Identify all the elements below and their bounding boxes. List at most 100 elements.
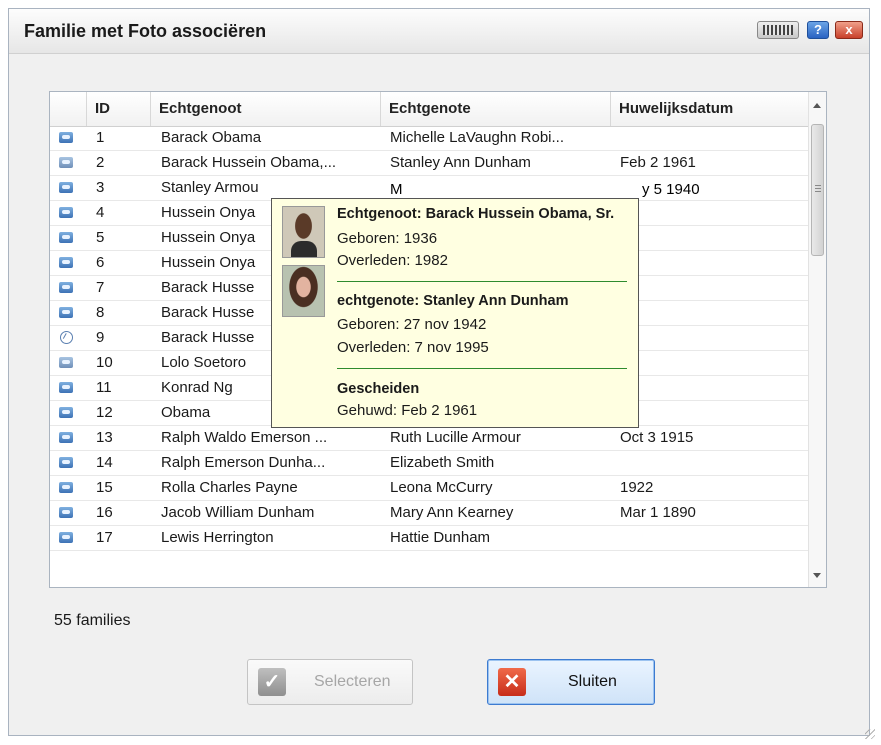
- cell-marriage-date: [620, 201, 800, 225]
- tooltip-status: Gescheiden: [337, 381, 420, 397]
- cell-id: 9: [96, 329, 105, 346]
- family-icon: [59, 382, 73, 393]
- help-button[interactable]: ?: [807, 21, 829, 39]
- tooltip-husband-born: Geboren: 1936: [337, 230, 438, 247]
- cell-wife: Hattie Dunham: [390, 529, 491, 546]
- cell-marriage-date: Feb 2 1961: [620, 154, 696, 171]
- close-window-button[interactable]: x: [835, 21, 863, 39]
- table-row[interactable]: 16 Jacob William Dunham Mary Ann Kearney Ma…: [50, 501, 810, 526]
- cell-marriage-date: [620, 251, 800, 275]
- column-header-husband[interactable]: Echtgenoot: [150, 92, 380, 126]
- cell-id: 6: [96, 254, 105, 271]
- select-button-label: Selecteren: [314, 673, 391, 690]
- family-icon: [59, 257, 73, 268]
- cell-marriage-date: [620, 451, 800, 475]
- scroll-down-arrow-icon[interactable]: [813, 573, 821, 578]
- table-row[interactable]: 13 Ralph Waldo Emerson ... Ruth Lucille Ar…: [50, 426, 810, 451]
- select-button[interactable]: ✓ Selecteren: [247, 659, 413, 705]
- cell-marriage-date: Oct 3 1915: [620, 429, 694, 446]
- cell-marriage-date: [620, 301, 800, 325]
- cell-id: 1: [96, 129, 105, 146]
- cell-id: 14: [96, 454, 113, 471]
- cell-husband: Ralph Waldo Emerson ...: [161, 429, 328, 446]
- tooltip-husband-died: Overleden: 1982: [337, 252, 448, 269]
- cell-id: 15: [96, 479, 113, 496]
- title-bar: Familie met Foto associëren ? x: [9, 9, 869, 54]
- family-icon: [59, 182, 73, 193]
- tooltip-separator: [337, 368, 627, 369]
- dialog-title: Familie met Foto associëren: [24, 21, 267, 41]
- scroll-up-arrow-icon[interactable]: [813, 103, 821, 108]
- cell-wife: Ruth Lucille Armour: [390, 429, 521, 446]
- cell-id: 3: [96, 179, 105, 196]
- resize-grip-icon[interactable]: [865, 729, 875, 739]
- cell-husband: Barack Hussein Obama,...: [161, 154, 337, 171]
- table-row[interactable]: 15 Rolla Charles Payne Leona McCurry 1922: [50, 476, 810, 501]
- cell-id: 7: [96, 279, 105, 296]
- tooltip-wife-born: Geboren: 27 nov 1942: [337, 316, 487, 333]
- cell-marriage-date: [620, 351, 800, 375]
- close-button-label: Sluiten: [568, 673, 617, 690]
- divorced-icon: [60, 331, 73, 344]
- vertical-scrollbar[interactable]: [808, 92, 826, 587]
- cell-marriage-date: [620, 401, 800, 425]
- scroll-thumb[interactable]: [811, 124, 824, 256]
- cell-husband: Rolla Charles Payne: [161, 479, 298, 496]
- cell-wife: Stanley Ann Dunham: [390, 154, 531, 171]
- table-row[interactable]: 1 Barack Obama Michelle LaVaughn Robi...: [50, 126, 810, 151]
- cell-marriage-date: [620, 226, 800, 250]
- cell-date-partial: y 5 1940: [642, 181, 700, 198]
- cell-marriage-date: 48: [620, 276, 800, 300]
- cell-marriage-date: [620, 376, 800, 400]
- checkmark-icon: ✓: [258, 668, 286, 696]
- cell-id: 16: [96, 504, 113, 521]
- keyboard-icon[interactable]: [757, 21, 799, 39]
- close-button[interactable]: ✕ Sluiten: [487, 659, 655, 705]
- family-count: 55 families: [54, 612, 131, 629]
- cell-husband: Jacob William Dunham: [161, 504, 315, 521]
- cell-wife: Mary Ann Kearney: [390, 504, 514, 521]
- cell-wife: Michelle LaVaughn Robi...: [390, 129, 564, 146]
- table-row[interactable]: 17 Lewis Herrington Hattie Dunham: [50, 526, 810, 551]
- cell-marriage-date: Mar 1 1890: [620, 504, 696, 521]
- family-icon: [59, 507, 73, 518]
- cell-id: 10: [96, 354, 113, 371]
- family-icon-alt: [59, 357, 73, 368]
- family-icon: [59, 432, 73, 443]
- close-icon: ✕: [498, 668, 526, 696]
- table-row[interactable]: 2 Barack Hussein Obama,... Stanley Ann Dun…: [50, 151, 810, 176]
- family-icon: [59, 457, 73, 468]
- family-tooltip: Echtgenoot: Barack Hussein Obama, Sr. Ge…: [271, 198, 639, 428]
- family-icon: [59, 532, 73, 543]
- cell-husband: Lewis Herrington: [161, 529, 274, 546]
- table-header: ID Echtgenoot Echtgenote Huwelijksdatum: [50, 92, 810, 127]
- family-icon: [59, 482, 73, 493]
- column-header-marriage-date[interactable]: Huwelijksdatum: [610, 92, 800, 126]
- cell-id: 17: [96, 529, 113, 546]
- cell-wife: Elizabeth Smith: [390, 454, 495, 471]
- cell-marriage-date: [620, 126, 800, 150]
- family-icon: [59, 232, 73, 243]
- cell-id: 11: [96, 379, 112, 396]
- cell-wife: Leona McCurry: [390, 479, 493, 496]
- wife-photo: [282, 265, 325, 317]
- cell-id: 2: [96, 154, 105, 171]
- column-header-wife[interactable]: Echtgenote: [380, 92, 610, 126]
- family-icon: [59, 282, 73, 293]
- cell-id: 5: [96, 229, 105, 246]
- cell-husband: Stanley Armou: [161, 179, 259, 196]
- cell-marriage-date: 1922: [620, 479, 654, 496]
- column-header-id[interactable]: ID: [86, 92, 150, 126]
- tooltip-married-date: Gehuwd: Feb 2 1961: [337, 402, 478, 419]
- table-row[interactable]: 14 Ralph Emerson Dunha... Elizabeth Smith: [50, 451, 810, 476]
- icon-column-header: [50, 92, 86, 126]
- cell-id: 13: [96, 429, 113, 446]
- cell-marriage-date: [620, 526, 800, 550]
- tooltip-wife-title: echtgenote: Stanley Ann Dunham: [337, 293, 569, 309]
- family-icon-alt: [59, 157, 73, 168]
- tooltip-husband-title: Echtgenoot: Barack Hussein Obama, Sr.: [337, 206, 615, 222]
- cell-id: 8: [96, 304, 105, 321]
- cell-marriage-date: [620, 326, 800, 350]
- cell-id: 4: [96, 204, 105, 221]
- tooltip-separator: [337, 281, 627, 282]
